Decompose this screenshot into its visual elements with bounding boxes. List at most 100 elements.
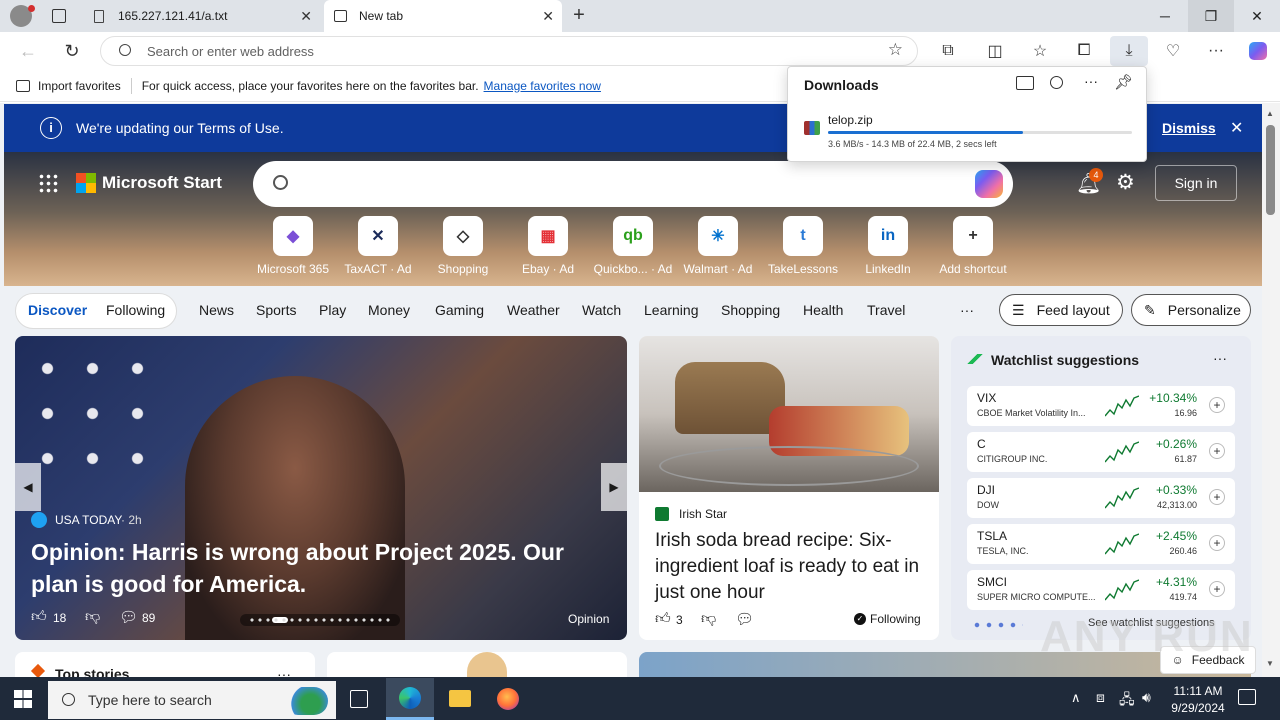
scroll-down-arrow[interactable]: ▼ [1266, 659, 1274, 668]
back-button[interactable]: ← [14, 38, 42, 64]
shortcut-tile[interactable]: ◆ Microsoft 365 [253, 216, 333, 276]
top-stories-more-icon[interactable]: ··· [277, 666, 291, 677]
comment-icon[interactable]: 💬︎ [735, 610, 754, 628]
tab-a-txt[interactable]: 165.227.121.41/a.txt ✕ [84, 0, 320, 32]
nav-item-health[interactable]: Health [803, 302, 843, 318]
scroll-thumb[interactable] [1266, 125, 1275, 215]
add-to-watchlist-icon[interactable]: + [1209, 489, 1225, 505]
shortcut-tile[interactable]: ▦ Ebay · Ad [508, 216, 588, 276]
nav-item-shopping[interactable]: Shopping [721, 302, 780, 318]
add-to-watchlist-icon[interactable]: + [1209, 443, 1225, 459]
brand-name[interactable]: Microsoft Start [102, 173, 222, 193]
import-favorites-icon[interactable] [16, 79, 30, 92]
refresh-button[interactable]: ↻ [58, 38, 86, 64]
dismiss-link[interactable]: Dismiss [1162, 120, 1216, 136]
windows-start-icon[interactable] [14, 690, 32, 708]
add-to-watchlist-icon[interactable]: + [1209, 535, 1225, 551]
comment-icon[interactable]: 💬︎ [119, 608, 138, 626]
page-scrollbar[interactable]: ▲ ▼ [1262, 103, 1280, 677]
extensions-icon[interactable]: ⧉ [934, 38, 962, 64]
stock-row[interactable]: DJI DOW +0.33% 42,313.00 + [967, 478, 1235, 518]
tab-following[interactable]: Following [106, 302, 165, 318]
copilot-icon[interactable] [975, 170, 1003, 198]
download-filename[interactable]: telop.zip [828, 113, 873, 127]
close-banner-icon[interactable]: ✕ [1230, 118, 1243, 138]
shortcut-tile[interactable]: ✳ Walmart · Ad [678, 216, 758, 276]
search-downloads-icon[interactable] [1050, 76, 1063, 89]
shortcut-tile[interactable]: in LinkedIn [848, 216, 928, 276]
story-headline[interactable]: Opinion: Harris is wrong about Project 2… [31, 536, 591, 600]
volume-icon[interactable]: 🔊︎ [1142, 689, 1151, 706]
copilot-icon[interactable] [1244, 38, 1272, 64]
firefox-icon[interactable] [497, 688, 519, 710]
task-view-icon[interactable] [350, 690, 368, 708]
restore-button[interactable]: ❐ [1188, 0, 1234, 32]
like-icon[interactable]: 👍︎ [31, 608, 47, 626]
stock-row[interactable]: C CITIGROUP INC. +0.26% 61.87 + [967, 432, 1235, 472]
following-label[interactable]: Following [870, 612, 921, 626]
shortcut-tile[interactable]: ◇ Shopping [423, 216, 503, 276]
stock-row[interactable]: TSLA TESLA, INC. +2.45% 260.46 + [967, 524, 1235, 564]
shortcut-tile[interactable]: ✕ TaxACT · Ad [338, 216, 418, 276]
nav-item-weather[interactable]: Weather [507, 302, 560, 318]
stock-row[interactable]: SMCI SUPER MICRO COMPUTE... +4.31% 419.74 + [967, 570, 1235, 610]
watchlist-more-icon[interactable]: ··· [1213, 350, 1227, 366]
settings-more-icon[interactable]: ··· [1202, 38, 1230, 64]
personalize-button[interactable]: ✎ Personalize [1131, 294, 1251, 326]
close-tab-icon[interactable]: ✕ [542, 8, 554, 25]
feed-layout-button[interactable]: ☰ Feed layout [999, 294, 1123, 326]
nav-item-money[interactable]: Money [368, 302, 410, 318]
tab-new-tab[interactable]: New tab ✕ [324, 0, 562, 32]
dislike-icon[interactable]: 👎︎ [701, 610, 716, 628]
nav-item-learning[interactable]: Learning [644, 302, 699, 318]
close-tab-icon[interactable]: ✕ [300, 8, 312, 25]
web-search-input[interactable] [253, 161, 1013, 207]
shortcut-tile[interactable]: qb Quickbo... · Ad [593, 216, 673, 276]
top-stories-title[interactable]: Top stories [55, 666, 129, 677]
story-card-lower[interactable] [327, 652, 627, 677]
watchlist-page-dots[interactable] [971, 622, 1023, 628]
sign-in-button[interactable]: Sign in [1155, 165, 1237, 201]
watchlist-title[interactable]: Watchlist suggestions [991, 352, 1139, 368]
stock-row[interactable]: VIX CBOE Market Volatility In... +10.34% 16… [967, 386, 1235, 426]
tray-app-icon[interactable]: ⧈ [1096, 689, 1105, 706]
add-to-watchlist-icon[interactable]: + [1209, 397, 1225, 413]
like-icon[interactable]: 👍︎ [655, 610, 671, 628]
pin-icon[interactable]: 📌︎ [1114, 73, 1133, 91]
collections-icon[interactable]: ⧠ [1070, 38, 1098, 64]
tab-actions-icon[interactable] [52, 9, 66, 23]
downloads-more-icon[interactable]: ··· [1084, 73, 1098, 89]
carousel-dots[interactable] [240, 614, 400, 626]
nav-item-travel[interactable]: Travel [867, 302, 905, 318]
downloads-icon[interactable]: ⤓ [1110, 36, 1148, 66]
shortcut-tile[interactable]: t TakeLessons [763, 216, 843, 276]
manage-favorites-link[interactable]: Manage favorites now [484, 79, 601, 93]
file-explorer-icon[interactable] [449, 690, 471, 707]
nav-item-news[interactable]: News [199, 302, 234, 318]
scroll-up-arrow[interactable]: ▲ [1266, 109, 1274, 118]
page-settings-gear-icon[interactable]: ⚙ [1116, 170, 1135, 195]
story-headline[interactable]: Irish soda bread recipe: Six-ingredient … [655, 528, 925, 606]
nav-item-play[interactable]: Play [319, 302, 346, 318]
food-story-card[interactable]: Irish Star Irish soda bread recipe: Six-… [639, 336, 939, 640]
open-folder-icon[interactable] [1016, 76, 1034, 90]
tray-chevron-icon[interactable]: ∧ [1071, 690, 1081, 706]
notification-center-icon[interactable] [1238, 689, 1256, 705]
tab-discover[interactable]: Discover [28, 302, 87, 318]
import-favorites-button[interactable]: Import favorites [38, 79, 121, 93]
nav-item-gaming[interactable]: Gaming [435, 302, 484, 318]
nav-item-sports[interactable]: Sports [256, 302, 296, 318]
add-to-watchlist-icon[interactable]: + [1209, 581, 1225, 597]
close-window-button[interactable]: ✕ [1234, 0, 1280, 32]
address-bar[interactable]: Search or enter web address ☆ [100, 36, 918, 66]
clock-date[interactable]: 9/29/2024 [1166, 701, 1230, 715]
apps-launcher-icon[interactable] [38, 173, 58, 193]
next-story-button[interactable]: ▶ [601, 463, 627, 511]
shortcut-tile[interactable]: + Add shortcut [933, 216, 1013, 276]
favorite-star-icon[interactable]: ☆ [888, 40, 903, 60]
dislike-icon[interactable]: 👎︎ [85, 608, 100, 626]
favorites-icon[interactable]: ☆ [1026, 38, 1054, 64]
browser-essentials-icon[interactable]: ♡ [1159, 38, 1187, 64]
edge-taskbar-icon[interactable] [386, 678, 434, 720]
prev-story-button[interactable]: ◀ [15, 463, 41, 511]
